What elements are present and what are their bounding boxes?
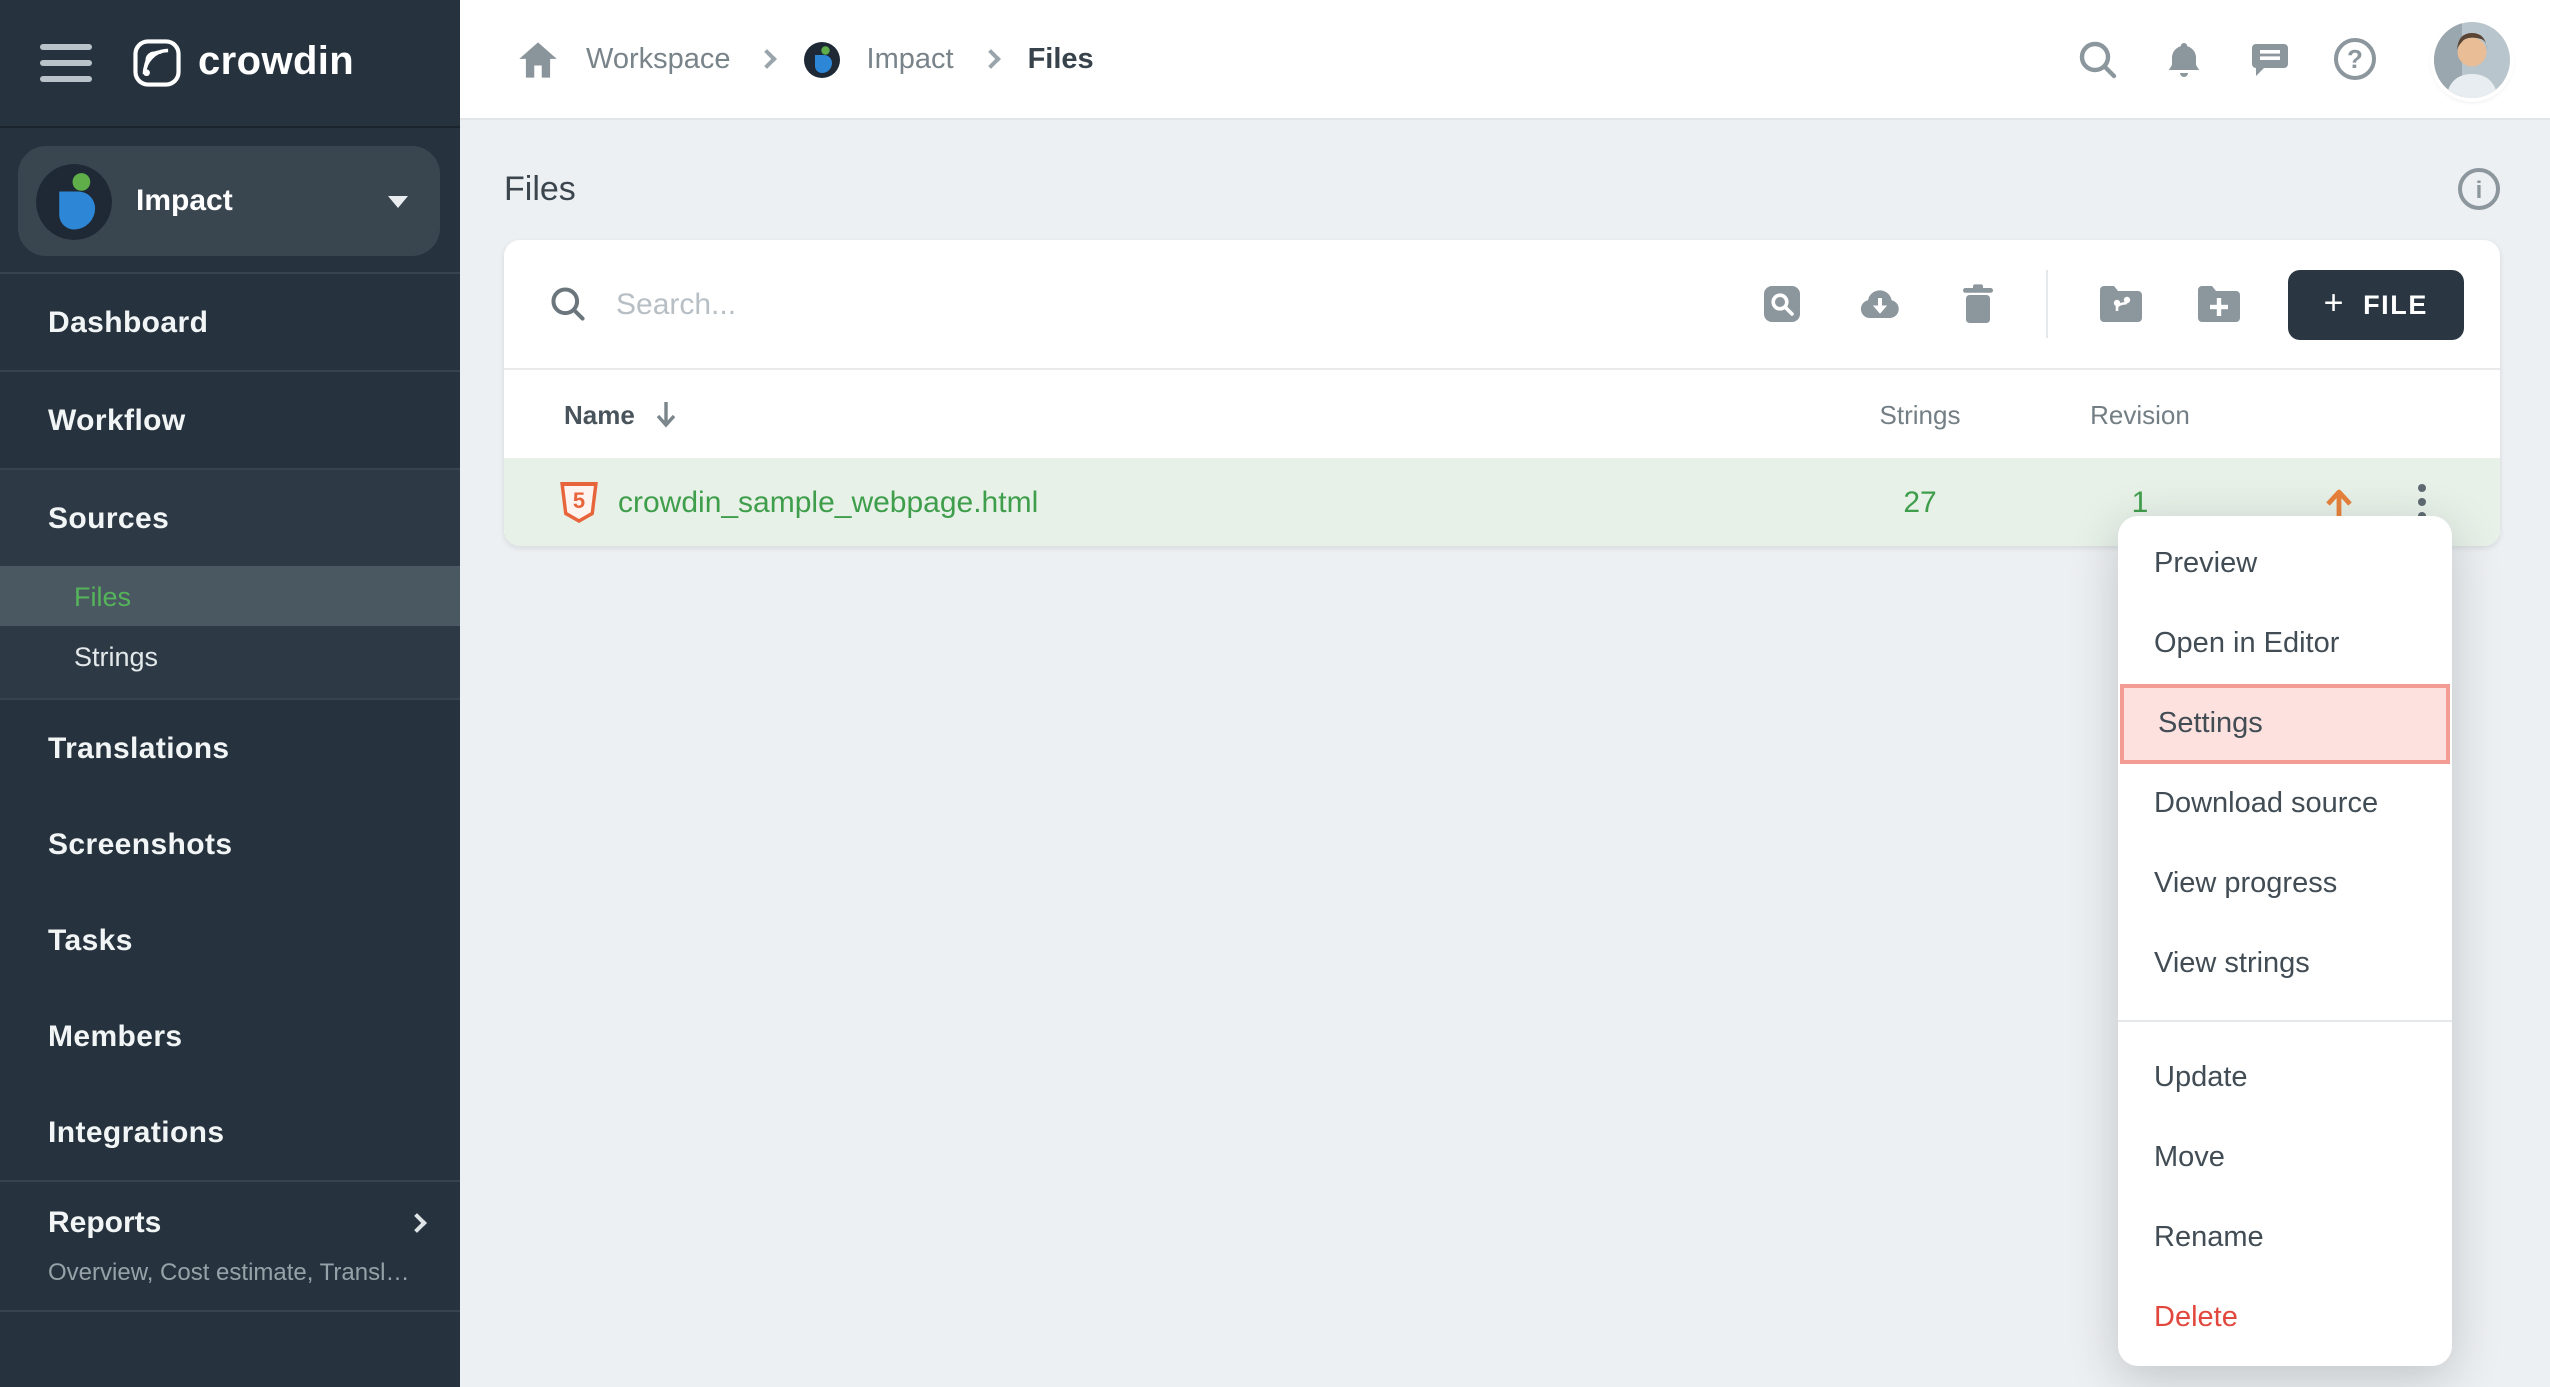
table-header: Name Strings Revision [504, 368, 2500, 458]
menu-divider [2118, 1020, 2452, 1022]
menu-item-rename[interactable]: Rename [2118, 1198, 2452, 1278]
menu-item-view-progress[interactable]: View progress [2118, 844, 2452, 924]
user-avatar[interactable] [2434, 21, 2510, 97]
column-header-name[interactable]: Name [564, 399, 635, 429]
crowdin-logo[interactable]: crowdin [132, 38, 354, 88]
download-cloud-icon[interactable] [1856, 280, 1904, 328]
sidebar-item-reports[interactable]: Reports Overview, Cost estimate, Transl… [0, 1182, 460, 1310]
brand-wordmark: crowdin [198, 40, 354, 86]
help-icon[interactable]: ? [2334, 38, 2376, 80]
html5-badge: 5 [573, 490, 585, 514]
menu-item-preview[interactable]: Preview [2118, 524, 2452, 604]
menu-item-update[interactable]: Update [2118, 1038, 2452, 1118]
messages-icon[interactable] [2248, 37, 2292, 81]
breadcrumb: Workspace Impact Files [516, 37, 1094, 81]
topbar-actions: ? [2076, 21, 2510, 97]
menu-item-settings[interactable]: Settings [2120, 684, 2450, 764]
search-in-files-icon[interactable] [1758, 280, 1806, 328]
search-input[interactable] [616, 287, 1708, 321]
sidebar-item-sources[interactable]: Sources [0, 470, 460, 566]
breadcrumb-workspace[interactable]: Workspace [586, 43, 731, 75]
column-header-revision[interactable]: Revision [2020, 399, 2260, 429]
sidebar-item-dashboard[interactable]: Dashboard [0, 274, 460, 370]
search-icon [548, 284, 588, 324]
column-header-strings[interactable]: Strings [1820, 399, 2020, 429]
crowdin-logo-icon [132, 38, 182, 88]
divider [0, 1310, 460, 1312]
project-name: Impact [136, 184, 233, 218]
reports-label: Reports [48, 1206, 161, 1240]
page-title: Files [504, 169, 576, 209]
sidebar-group-sources: Sources Files Strings [0, 470, 460, 698]
menu-item-delete[interactable]: Delete [2118, 1278, 2452, 1358]
toolbar-icons: + FILE [1708, 269, 2464, 339]
project-logo-icon [36, 163, 112, 239]
add-folder-icon[interactable] [2196, 280, 2244, 328]
chevron-down-icon [388, 195, 408, 207]
home-icon[interactable] [516, 37, 560, 81]
search-icon[interactable] [2076, 37, 2120, 81]
hamburger-menu-icon[interactable] [40, 44, 92, 82]
files-card: + FILE Name Strings Revision [504, 240, 2500, 546]
delete-trash-icon[interactable] [1954, 280, 2002, 328]
breadcrumb-project-icon [805, 41, 841, 77]
file-context-menu: Preview Open in Editor Settings Download… [2118, 516, 2452, 1366]
breadcrumb-project[interactable]: Impact [867, 43, 954, 75]
sidebar-item-strings[interactable]: Strings [0, 626, 460, 686]
files-toolbar: + FILE [504, 240, 2500, 368]
sidebar-item-files[interactable]: Files [0, 566, 460, 626]
row-kebab-menu-icon[interactable] [2418, 484, 2426, 520]
sidebar-item-tasks[interactable]: Tasks [0, 892, 460, 988]
file-name[interactable]: crowdin_sample_webpage.html [618, 485, 1038, 519]
add-file-button-label: FILE [2363, 289, 2428, 319]
add-file-button[interactable]: + FILE [2288, 269, 2464, 339]
menu-item-open-in-editor[interactable]: Open in Editor [2118, 604, 2452, 684]
sidebar-item-translations[interactable]: Translations [0, 700, 460, 796]
file-strings-count: 27 [1820, 485, 2020, 519]
chevron-right-icon [981, 49, 1001, 69]
search-field[interactable] [548, 284, 1708, 324]
html-file-icon: 5 [560, 481, 598, 523]
breadcrumb-current: Files [1028, 43, 1094, 75]
branch-folder-icon[interactable] [2098, 280, 2146, 328]
plus-icon: + [2324, 283, 2345, 323]
notifications-bell-icon[interactable] [2162, 37, 2206, 81]
sort-descending-icon[interactable] [655, 400, 679, 428]
app-window: crowdin Impact Dashboard Workflow Source… [0, 0, 2550, 1387]
chevron-right-icon [407, 1213, 427, 1233]
topbar: Workspace Impact Files [460, 0, 2550, 120]
toolbar-divider [2046, 270, 2048, 338]
sidebar-item-integrations[interactable]: Integrations [0, 1084, 460, 1180]
sidebar-item-members[interactable]: Members [0, 988, 460, 1084]
menu-item-download-source[interactable]: Download source [2118, 764, 2452, 844]
menu-item-move[interactable]: Move [2118, 1118, 2452, 1198]
sidebar-header: crowdin [0, 0, 460, 128]
page-header: Files i [504, 168, 2500, 210]
sidebar: crowdin Impact Dashboard Workflow Source… [0, 0, 460, 1387]
page-info[interactable]: i [2458, 168, 2500, 210]
sidebar-item-workflow[interactable]: Workflow [0, 372, 460, 468]
chevron-right-icon [758, 49, 778, 69]
reports-subtitle: Overview, Cost estimate, Transl… [48, 1258, 424, 1286]
file-revision: 1 [2020, 485, 2260, 519]
project-selector[interactable]: Impact [18, 146, 440, 256]
sidebar-item-screenshots[interactable]: Screenshots [0, 796, 460, 892]
menu-item-view-strings[interactable]: View strings [2118, 924, 2452, 1004]
info-icon[interactable]: i [2458, 168, 2500, 210]
